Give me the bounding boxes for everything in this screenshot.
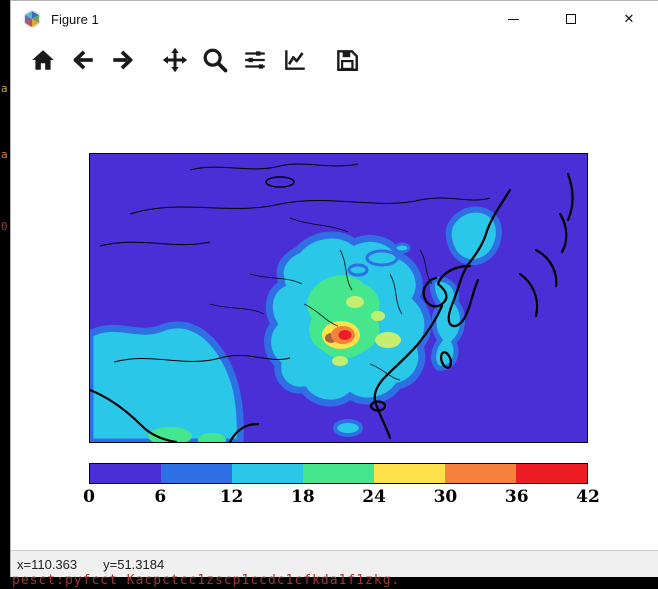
colorbar-tick-label: 12 bbox=[220, 487, 244, 507]
home-icon bbox=[30, 47, 56, 73]
colorbar-segment bbox=[445, 464, 516, 483]
save-floppy-icon bbox=[334, 47, 360, 73]
colorbar-segment bbox=[161, 464, 232, 483]
colorbar-tick-label: 6 bbox=[154, 487, 166, 507]
save-button[interactable] bbox=[329, 42, 365, 78]
window-controls: ✕ bbox=[484, 1, 658, 37]
matplotlib-logo-icon bbox=[23, 10, 41, 28]
map-axes[interactable] bbox=[89, 153, 588, 443]
zoom-button[interactable] bbox=[197, 42, 233, 78]
customize-plot-button[interactable] bbox=[277, 42, 313, 78]
home-button[interactable] bbox=[25, 42, 61, 78]
background-glyph: 0 bbox=[1, 220, 8, 233]
background-glyph: a bbox=[1, 82, 8, 95]
pan-move-icon bbox=[161, 46, 189, 74]
back-button[interactable] bbox=[65, 42, 101, 78]
minimize-icon bbox=[508, 19, 519, 20]
figure-toolbar bbox=[11, 37, 658, 83]
forward-arrow-icon bbox=[110, 47, 136, 73]
configure-subplots-button[interactable] bbox=[237, 42, 273, 78]
colorbar-tick-label: 30 bbox=[434, 487, 458, 507]
cursor-x-readout: x=110.363 bbox=[17, 557, 77, 572]
colorbar-segment bbox=[90, 464, 161, 483]
colorbar-tick-label: 36 bbox=[505, 487, 529, 507]
figure-window: Figure 1 ✕ bbox=[10, 0, 658, 577]
background-edge-strip: a a 0 bbox=[0, 0, 10, 589]
close-button[interactable]: ✕ bbox=[600, 1, 658, 37]
colorbar-tick-label: 42 bbox=[576, 487, 600, 507]
sliders-icon bbox=[242, 47, 268, 73]
obscured-terminal-text: pesct:pyfcct Kacpctcc1zscp1ccdc1cfkda1f1… bbox=[12, 573, 652, 589]
colorbar-tick-label: 18 bbox=[291, 487, 315, 507]
figure-canvas[interactable]: 0 6 12 18 24 30 36 42 bbox=[11, 83, 658, 550]
contour-map bbox=[90, 154, 587, 442]
pan-button[interactable] bbox=[157, 42, 193, 78]
colorbar-ticks: 06121824303642 bbox=[89, 487, 588, 509]
minimize-button[interactable] bbox=[484, 1, 542, 37]
maximize-icon bbox=[566, 14, 576, 24]
forward-button[interactable] bbox=[105, 42, 141, 78]
maximize-button[interactable] bbox=[542, 1, 600, 37]
magnifier-icon bbox=[201, 46, 229, 74]
colorbar-segment bbox=[303, 464, 374, 483]
colorbar-segment bbox=[232, 464, 303, 483]
background-glyph: a bbox=[1, 148, 8, 161]
colorbar-tick-label: 24 bbox=[362, 487, 386, 507]
window-title: Figure 1 bbox=[51, 12, 99, 27]
colorbar bbox=[89, 463, 588, 484]
cursor-y-readout: y=51.3184 bbox=[103, 557, 164, 572]
back-arrow-icon bbox=[70, 47, 96, 73]
colorbar-segment bbox=[374, 464, 445, 483]
colorbar-tick-label: 0 bbox=[83, 487, 95, 507]
colorbar-segment bbox=[516, 464, 587, 483]
line-chart-icon bbox=[282, 47, 308, 73]
titlebar[interactable]: Figure 1 ✕ bbox=[11, 1, 658, 37]
